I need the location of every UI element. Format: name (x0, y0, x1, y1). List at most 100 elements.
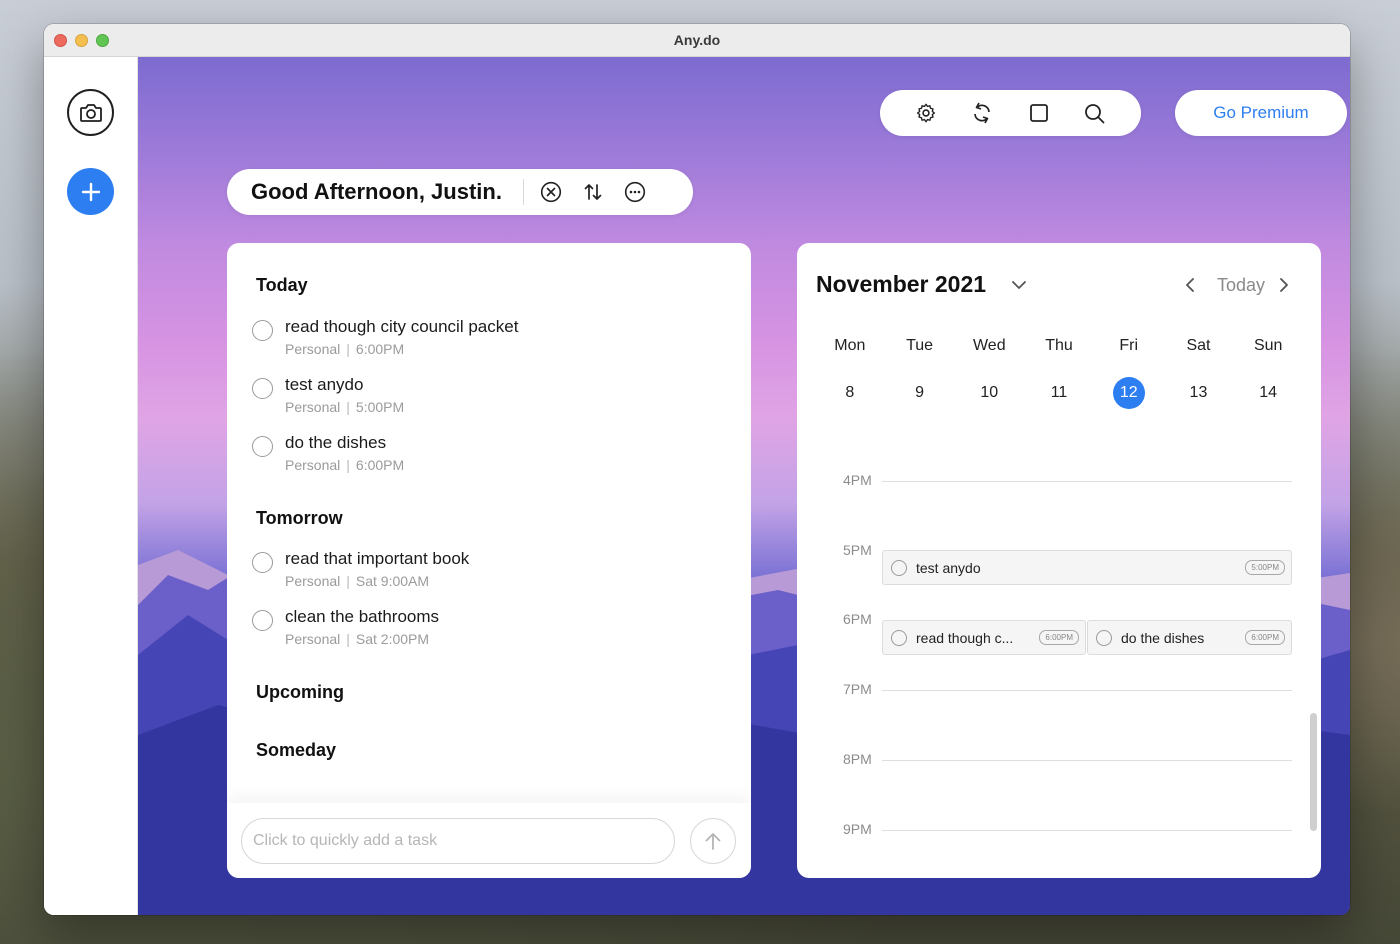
date-number[interactable]: 14 (1252, 377, 1284, 409)
chevron-left-icon (1186, 278, 1194, 292)
chevron-down-icon (1012, 281, 1026, 289)
hour-line (882, 481, 1292, 482)
date-number[interactable]: 11 (1043, 377, 1075, 409)
date-number[interactable]: 10 (973, 377, 1005, 409)
date-cell[interactable]: 13 (1164, 377, 1234, 409)
date-cell-selected[interactable]: 12 (1094, 377, 1164, 409)
date-number[interactable]: 13 (1182, 377, 1214, 409)
date-cell[interactable]: 9 (885, 377, 955, 409)
calendar-scrollbar[interactable] (1310, 713, 1317, 831)
clear-completed-button[interactable] (538, 179, 564, 205)
event-checkbox[interactable] (891, 559, 907, 576)
window-controls (54, 34, 109, 47)
weekday-label: Sun (1253, 337, 1283, 354)
search-button[interactable] (1082, 100, 1108, 126)
camera-button[interactable] (67, 89, 114, 136)
weekday-label: Thu (1045, 337, 1073, 354)
task-checkbox[interactable] (252, 552, 273, 573)
task-item[interactable]: test anydo Personal | 5:00PM (252, 375, 404, 415)
zoom-window-button[interactable] (96, 34, 109, 47)
weekday-label: Mon (834, 337, 866, 354)
task-list-name: Personal (285, 573, 341, 589)
today-button[interactable]: Today (1217, 275, 1265, 296)
hour-label: 5PM (843, 542, 872, 558)
task-checkbox[interactable] (252, 378, 273, 399)
close-window-button[interactable] (54, 34, 67, 47)
hour-label: 9PM (843, 821, 872, 837)
sort-button[interactable] (580, 179, 606, 205)
focus-mode-button[interactable] (1026, 100, 1052, 126)
task-title: do the dishes (285, 433, 387, 452)
add-task-button[interactable] (67, 168, 114, 215)
event-time-badge: 6:00PM (1039, 630, 1079, 645)
weekday-label: Sat (1186, 337, 1211, 354)
task-list-name: Personal (285, 399, 341, 415)
event-checkbox[interactable] (891, 629, 907, 646)
task-item[interactable]: read that important book Personal | Sat 9:… (252, 549, 469, 589)
task-item[interactable]: read though city council packet Personal… (252, 317, 518, 357)
main-area: Go Premium Good Afternoon, Justin. Today (138, 57, 1350, 915)
calendar-event[interactable]: test anydo 5:00PM (882, 550, 1292, 585)
task-time: 5:00PM (355, 399, 405, 415)
weekday-label: Wed (972, 337, 1006, 354)
section-header-today[interactable]: Today (256, 275, 308, 296)
task-checkbox[interactable] (252, 436, 273, 457)
hour-label: 7PM (843, 681, 872, 697)
greeting-text: Good Afternoon, Justin. (251, 179, 502, 204)
settings-button[interactable] (913, 100, 939, 126)
arrow-up-icon (705, 833, 721, 850)
task-checkbox[interactable] (252, 610, 273, 631)
plus-icon (81, 182, 100, 201)
task-time: Sat 9:00AM (355, 573, 430, 589)
calendar-panel: November 2021 Today Mon Tue Wed Thu Fri … (797, 243, 1321, 878)
task-item[interactable]: clean the bathrooms Personal | Sat 2:00PM (252, 607, 439, 647)
previous-week-button[interactable] (1185, 277, 1195, 298)
task-list-name: Personal (285, 341, 341, 357)
task-list-name: Personal (285, 631, 341, 647)
square-icon (1029, 104, 1048, 122)
event-checkbox[interactable] (1096, 629, 1112, 646)
section-header-someday[interactable]: Someday (256, 740, 336, 761)
sync-button[interactable] (969, 100, 995, 126)
task-time: 6:00PM (355, 341, 405, 357)
task-list-name: Personal (285, 457, 341, 473)
meta-separator: | (346, 457, 350, 473)
task-checkbox[interactable] (252, 320, 273, 341)
sidebar (44, 57, 138, 915)
hour-label: 6PM (843, 611, 872, 627)
hour-label: 4PM (843, 472, 872, 488)
calendar-event[interactable]: do the dishes 6:00PM (1087, 620, 1292, 655)
submit-task-button[interactable] (690, 818, 736, 864)
date-cell[interactable]: 10 (954, 377, 1024, 409)
date-cell[interactable]: 8 (815, 377, 885, 409)
calendar-event[interactable]: read though c... 6:00PM (882, 620, 1086, 655)
camera-icon (79, 103, 102, 122)
task-title: read that important book (285, 549, 470, 568)
sync-icon (974, 102, 991, 124)
selected-date-number[interactable]: 12 (1112, 377, 1145, 409)
gear-icon (917, 103, 936, 123)
window-title: Any.do (673, 32, 721, 48)
section-header-tomorrow[interactable]: Tomorrow (256, 508, 343, 529)
section-header-upcoming[interactable]: Upcoming (256, 682, 344, 703)
app-window: Any.do Go Premium Good Afternoon, Justin… (44, 24, 1350, 915)
task-title: clean the bathrooms (285, 607, 440, 626)
date-cell[interactable]: 11 (1024, 377, 1094, 409)
divider (522, 179, 524, 205)
date-number[interactable]: 9 (904, 377, 936, 409)
next-week-button[interactable] (1279, 277, 1289, 298)
task-time: Sat 2:00PM (355, 631, 430, 647)
minimize-window-button[interactable] (75, 34, 88, 47)
month-picker-toggle[interactable] (1011, 277, 1027, 295)
search-icon (1085, 103, 1105, 123)
go-premium-button[interactable]: Go Premium (1175, 90, 1347, 136)
toolbar (880, 90, 1141, 136)
quick-add-input[interactable] (241, 818, 675, 864)
title-bar: Any.do (44, 24, 1350, 57)
meta-separator: | (346, 573, 350, 589)
task-item[interactable]: do the dishes Personal | 6:00PM (252, 433, 404, 473)
date-number[interactable]: 8 (834, 377, 866, 409)
meta-separator: | (346, 399, 350, 415)
date-cell[interactable]: 14 (1233, 377, 1303, 409)
more-options-button[interactable] (622, 179, 648, 205)
